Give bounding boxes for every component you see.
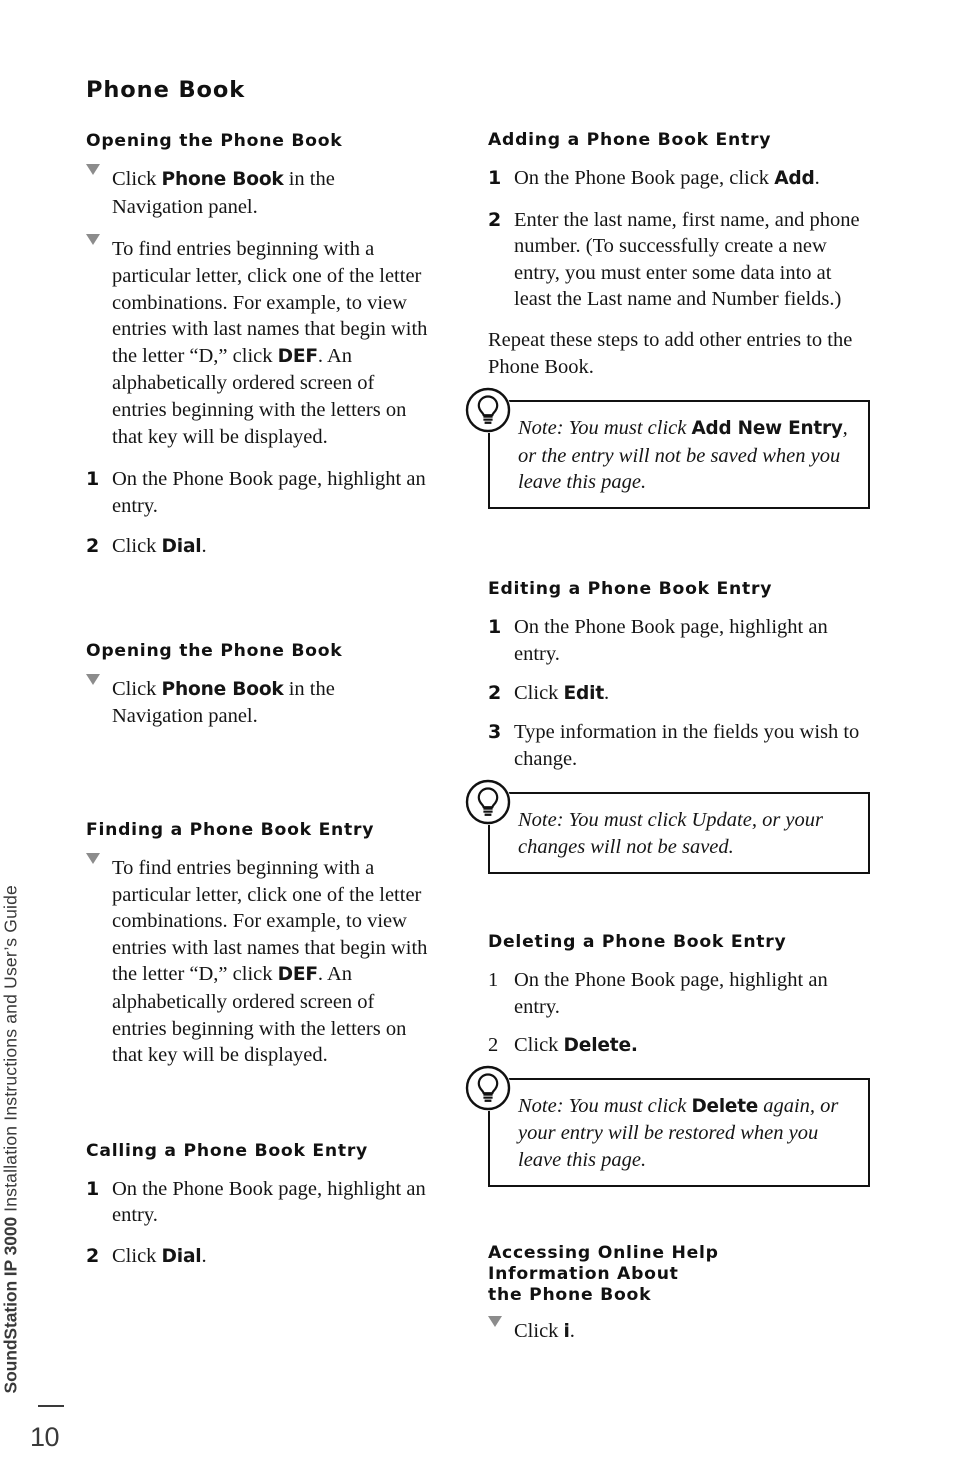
page-number: 10 bbox=[30, 1422, 60, 1452]
list-item-text: On the Phone Book page, highlight an ent… bbox=[112, 468, 426, 517]
ui-label: DEF bbox=[277, 964, 318, 986]
note-box-edit: Note: You must click Update, or your cha… bbox=[465, 779, 870, 875]
list-marker: 1 bbox=[488, 616, 502, 639]
list-item-text: On the Phone Book page, highlight an ent… bbox=[514, 616, 828, 665]
note-text-add: Note: You must click Add New Entry, or t… bbox=[518, 417, 848, 493]
list-item: 1 On the Phone Book page, highlight an e… bbox=[86, 466, 431, 519]
list-item: 2 Enter the last name, first name, and p… bbox=[488, 207, 870, 313]
list-item-text: Type information in the fields you wish … bbox=[514, 721, 860, 770]
list-item: 3 Type information in the fields you wis… bbox=[488, 719, 870, 772]
lightbulb-icon bbox=[465, 1064, 511, 1111]
spine-running-head: SoundStation IP 3000 Installation Instru… bbox=[1, 847, 64, 1407]
list-item: 2 Click Dial. bbox=[86, 1243, 431, 1271]
list-item-text: Click i. bbox=[514, 1320, 575, 1343]
ui-label: Dial bbox=[161, 536, 202, 558]
list-item: 2 Click Edit. bbox=[488, 680, 870, 708]
ui-label: Phone Book bbox=[161, 678, 284, 700]
list-item-text: Click Delete. bbox=[514, 1034, 638, 1057]
list-marker: 2 bbox=[86, 1244, 100, 1267]
section-heading-finding: Finding a Phone Book Entry bbox=[86, 820, 375, 841]
list-marker: 1 bbox=[488, 969, 499, 992]
ui-label: Add bbox=[774, 167, 815, 189]
document-page: SoundStation IP 3000 Installation Instru… bbox=[0, 0, 954, 1475]
list-item: 1 On the Phone Book page, highlight an e… bbox=[488, 614, 870, 667]
lightbulb-icon bbox=[465, 387, 511, 434]
list-item-text: On the Phone Book page, click Add. bbox=[514, 166, 820, 189]
note-text-delete: Note: You must click Delete again, or yo… bbox=[518, 1094, 839, 1171]
ui-label: Add New Entry bbox=[691, 418, 843, 440]
section-heading-online-help: Accessing Online Help Information About … bbox=[488, 1243, 719, 1306]
list-item: To find entries beginning with a particu… bbox=[86, 853, 431, 1069]
list-item-text: Click Dial. bbox=[112, 1244, 207, 1267]
right-column: Adding a Phone Book Entry 1 On the Phone… bbox=[465, 130, 870, 1346]
list-item-text: Enter the last name, first name, and pho… bbox=[514, 208, 860, 311]
ui-label: Phone Book bbox=[161, 169, 284, 191]
list-item: Click Phone Book in the Navigation panel… bbox=[86, 164, 431, 220]
list-item: 1 On the Phone Book page, click Add. bbox=[488, 165, 870, 193]
list-item: Click Phone Book in the Navigation panel… bbox=[86, 673, 431, 730]
left-column: Phone Book Opening the Phone Book Click … bbox=[86, 77, 431, 1271]
ui-label: Edit bbox=[563, 682, 605, 704]
section-heading-deleting: Deleting a Phone Book Entry bbox=[488, 932, 787, 953]
spine-subtitle: Installation Instructions and User’s Gui… bbox=[0, 884, 21, 1217]
list-marker: 1 bbox=[86, 1177, 100, 1200]
list-marker: 1 bbox=[488, 166, 502, 189]
list-item: 1 On the Phone Book page, highlight an e… bbox=[488, 967, 870, 1020]
list-marker: 2 bbox=[488, 1034, 499, 1057]
lightbulb-icon bbox=[465, 779, 511, 826]
list-item-text: Click Edit. bbox=[514, 681, 610, 704]
triangle-bullet-icon bbox=[86, 853, 112, 865]
list-marker: 2 bbox=[86, 535, 100, 558]
list-item: 1 On the Phone Book page, highlight an e… bbox=[86, 1176, 431, 1229]
list-item-text: Click Phone Book in the Navigation panel… bbox=[112, 168, 335, 218]
trailing-paragraph-adding: Repeat these steps to add other entries … bbox=[488, 328, 853, 378]
section-heading-calling: Calling a Phone Book Entry bbox=[86, 1140, 369, 1161]
list-item-text: To find entries beginning with a particu… bbox=[112, 238, 428, 448]
page-title: Phone Book bbox=[86, 77, 246, 103]
list-item: Click i. bbox=[488, 1316, 870, 1346]
note-text-edit: Note: You must click Update, or your cha… bbox=[518, 809, 824, 858]
triangle-bullet-icon bbox=[488, 1316, 514, 1328]
list-marker: 2 bbox=[488, 208, 502, 231]
ui-label: DEF bbox=[277, 345, 318, 367]
ui-label: Dial bbox=[161, 1245, 202, 1267]
triangle-bullet-icon bbox=[86, 673, 112, 685]
note-box-delete: Note: You must click Delete again, or yo… bbox=[465, 1064, 870, 1188]
spine-brand: SoundStation IP 3000 bbox=[0, 1216, 21, 1393]
ui-label: Delete. bbox=[563, 1035, 638, 1057]
list-item: 2 Click Dial. bbox=[86, 533, 431, 561]
ui-label: Delete bbox=[691, 1095, 759, 1117]
list-marker: 2 bbox=[488, 681, 502, 704]
list-item-text: On the Phone Book page, highlight an ent… bbox=[112, 1177, 426, 1227]
list-item: To find entries beginning with a particu… bbox=[86, 234, 431, 450]
spine-text: SoundStation IP 3000 Installation Instru… bbox=[0, 884, 21, 1393]
section-heading-opening-1: Opening the Phone Book bbox=[86, 131, 343, 152]
list-item-text: Click Phone Book in the Navigation panel… bbox=[112, 677, 335, 728]
list-item-text: Click Dial. bbox=[112, 535, 207, 558]
spine-rule bbox=[38, 1405, 64, 1407]
section-heading-editing: Editing a Phone Book Entry bbox=[488, 579, 773, 600]
triangle-bullet-icon bbox=[86, 164, 112, 176]
note-box-add: Note: You must click Add New Entry, or t… bbox=[465, 387, 870, 510]
list-item-text: On the Phone Book page, highlight an ent… bbox=[514, 969, 828, 1018]
triangle-bullet-icon bbox=[86, 234, 112, 246]
list-marker: 1 bbox=[86, 468, 100, 491]
list-marker: 3 bbox=[488, 721, 502, 744]
list-item-text: To find entries beginning with a particu… bbox=[112, 857, 428, 1067]
section-heading-opening-2: Opening the Phone Book bbox=[86, 640, 343, 661]
section-heading-adding: Adding a Phone Book Entry bbox=[488, 130, 772, 150]
list-item: 2 Click Delete. bbox=[488, 1032, 870, 1060]
